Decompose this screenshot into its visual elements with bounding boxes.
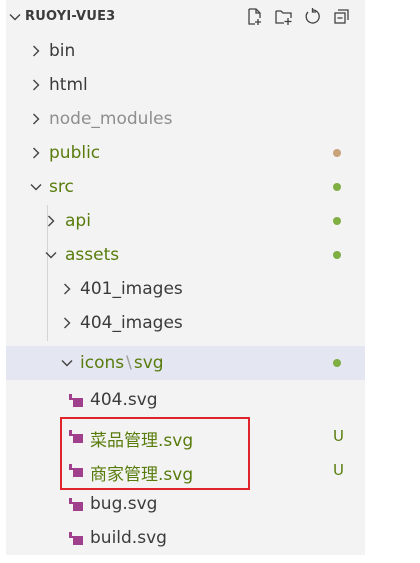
workspace-title: RUOYI-VUE3 bbox=[25, 9, 116, 24]
tree-item-label: icons \ svg bbox=[80, 353, 164, 373]
svg-file-icon bbox=[69, 532, 83, 545]
tree-item-src[interactable]: src bbox=[6, 170, 365, 204]
tree-item-label: public bbox=[49, 143, 101, 163]
path-separator: \ bbox=[126, 353, 132, 373]
tree-item-bug-svg[interactable]: bug.svg bbox=[6, 487, 365, 521]
tree-item-label: 404.svg bbox=[90, 390, 158, 410]
git-status-dot bbox=[333, 183, 341, 191]
chevron-right-icon bbox=[33, 147, 40, 159]
svg-file-icon bbox=[69, 498, 83, 511]
tree-item-label: bug.svg bbox=[90, 494, 158, 514]
new-folder-icon[interactable] bbox=[274, 7, 293, 26]
svg-file-icon bbox=[69, 394, 83, 407]
highlight-box bbox=[60, 417, 250, 490]
tree-item-html[interactable]: html bbox=[6, 68, 365, 102]
git-status-dot bbox=[333, 251, 341, 259]
git-status-dot bbox=[333, 217, 341, 225]
chevron-right-icon bbox=[33, 45, 40, 57]
tree-item-label: assets bbox=[65, 245, 120, 265]
refresh-icon[interactable] bbox=[303, 7, 322, 26]
chevron-right-icon bbox=[33, 79, 40, 91]
folder-segment-svg: svg bbox=[133, 353, 164, 373]
tree-item-label: bin bbox=[49, 41, 76, 61]
tree-item-label: build.svg bbox=[90, 528, 167, 548]
tree-item-node-modules[interactable]: node_modules bbox=[6, 102, 365, 136]
tree-item-assets[interactable]: assets bbox=[6, 238, 365, 272]
git-status-dot bbox=[333, 149, 341, 157]
tree-item-401-images[interactable]: 401_images bbox=[6, 272, 365, 306]
chevron-down-icon bbox=[61, 360, 73, 367]
tree-item-404-svg[interactable]: 404.svg bbox=[6, 383, 365, 417]
tree-item-label: api bbox=[65, 211, 91, 231]
git-status-untracked: U bbox=[333, 427, 344, 445]
tree-item-label: html bbox=[49, 75, 88, 95]
explorer-panel: RUOYI-VUE3 bin html node_modules public … bbox=[6, 0, 365, 555]
tree-item-api[interactable]: api bbox=[6, 204, 365, 238]
tree-item-label: src bbox=[49, 177, 74, 197]
tree-item-icons-svg[interactable]: icons \ svg bbox=[6, 346, 365, 380]
tree-item-404-images[interactable]: 404_images bbox=[6, 306, 365, 340]
chevron-down-icon bbox=[9, 14, 21, 21]
collapse-all-icon[interactable] bbox=[332, 7, 351, 26]
chevron-right-icon bbox=[64, 283, 71, 295]
folder-segment-icons: icons bbox=[80, 353, 125, 373]
tree-item-public[interactable]: public bbox=[6, 136, 365, 170]
chevron-right-icon bbox=[64, 317, 71, 329]
git-status-untracked: U bbox=[333, 461, 344, 479]
explorer-actions bbox=[245, 7, 351, 26]
tree-item-build-svg[interactable]: build.svg bbox=[6, 521, 365, 555]
tree-item-bin[interactable]: bin bbox=[6, 34, 365, 68]
git-status-dot bbox=[333, 359, 341, 367]
chevron-down-icon bbox=[30, 184, 42, 191]
tree-item-label: node_modules bbox=[49, 109, 173, 129]
new-file-icon[interactable] bbox=[245, 7, 264, 26]
explorer-header[interactable]: RUOYI-VUE3 bbox=[6, 0, 365, 34]
tree-item-label: 401_images bbox=[80, 279, 183, 299]
tree-item-label: 404_images bbox=[80, 313, 183, 333]
chevron-right-icon bbox=[48, 215, 55, 227]
chevron-right-icon bbox=[33, 113, 40, 125]
chevron-down-icon bbox=[45, 252, 57, 259]
